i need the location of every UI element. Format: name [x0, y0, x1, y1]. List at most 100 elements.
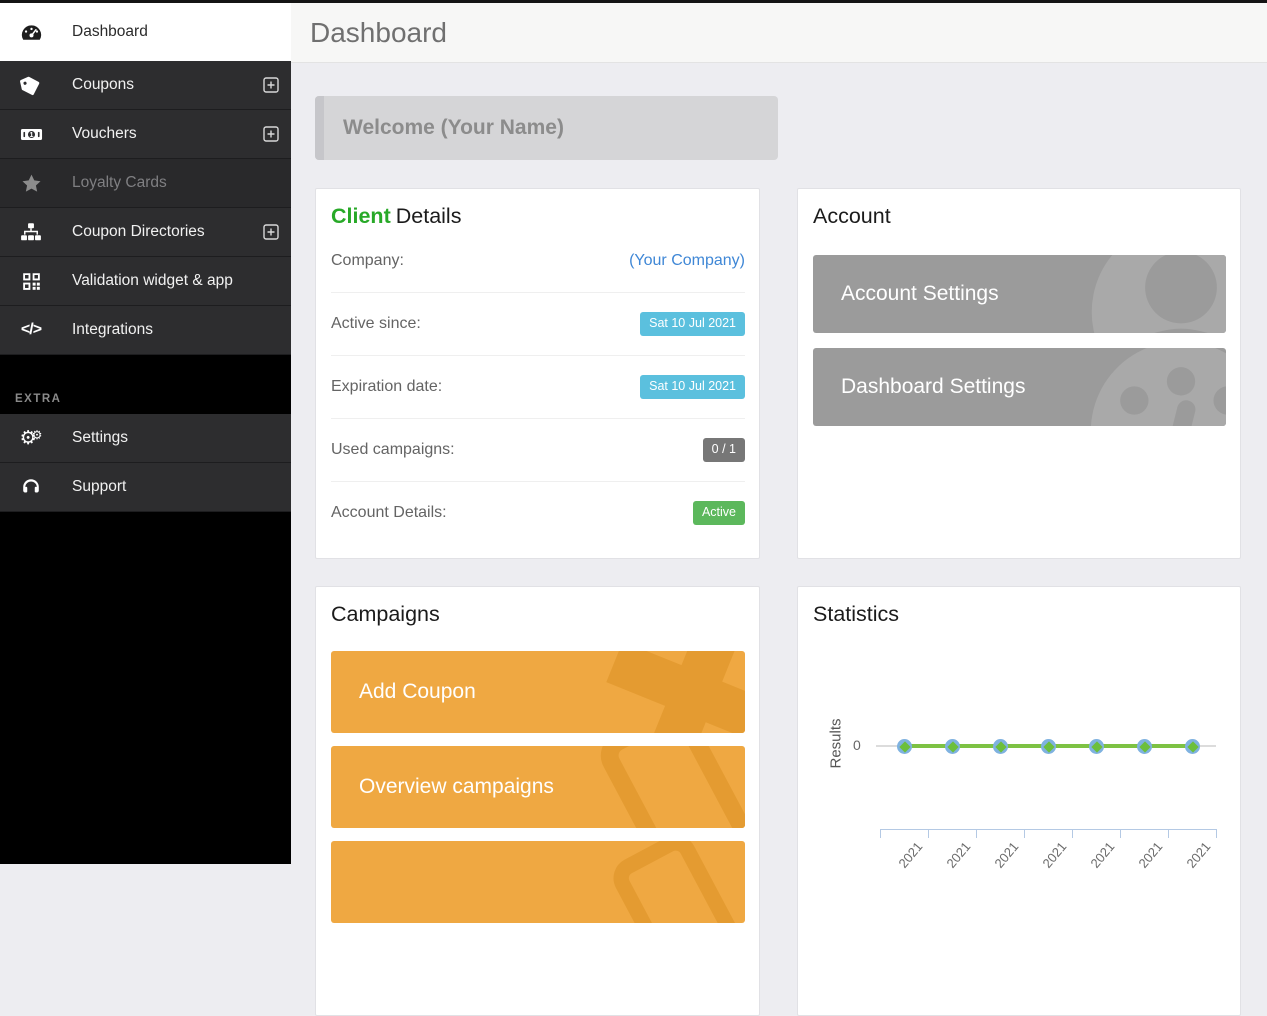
account-settings-button[interactable]: Account Settings — [813, 255, 1226, 333]
date-badge: Sat 10 Jul 2021 — [640, 312, 745, 336]
coupon-tag-icon — [19, 74, 43, 96]
client-details-card: ClientDetails Company: (Your Company) Ac… — [315, 188, 760, 559]
data-point-marker — [993, 739, 1008, 754]
gauge-icon — [19, 21, 43, 44]
x-axis-tick — [1072, 829, 1073, 838]
x-axis-label: 2021 — [1028, 839, 1069, 884]
account-card: Account Account Settings Dashboard Setti… — [797, 188, 1241, 559]
sidebar-item-label: Integrations — [72, 321, 153, 339]
gears-icon: ⚙⚙ — [19, 429, 43, 448]
plus-square-icon[interactable] — [263, 126, 279, 142]
x-axis-label: 2021 — [884, 839, 925, 884]
plus-square-icon[interactable] — [263, 224, 279, 240]
sidebar-item-label: Coupon Directories — [72, 223, 205, 241]
sidebar-item-coupon-directories[interactable]: Coupon Directories — [0, 208, 291, 257]
count-badge: 0 / 1 — [703, 438, 745, 462]
sidebar-item-label: Validation widget & app — [72, 272, 233, 290]
star-icon — [19, 172, 43, 195]
data-point-marker — [897, 739, 912, 754]
gauge-watermark-icon — [1081, 348, 1226, 426]
detail-label: Account Details: — [331, 504, 447, 522]
detail-label: Company: — [331, 252, 404, 270]
user-circle-watermark-icon — [1076, 255, 1226, 333]
content-area: Welcome (Your Name) ClientDetails Compan… — [291, 63, 1267, 863]
ticket-watermark-icon — [551, 746, 745, 828]
y-axis-label: Results — [828, 714, 845, 774]
welcome-text: Welcome (Your Name) — [343, 116, 564, 140]
sidebar-item-label: Support — [72, 478, 126, 496]
headset-icon — [19, 476, 43, 498]
detail-label: Active since: — [331, 315, 421, 333]
x-axis-tick — [976, 829, 977, 838]
plus-square-icon[interactable] — [263, 77, 279, 93]
data-point-marker — [1089, 739, 1104, 754]
page-header: Dashboard — [291, 3, 1267, 63]
sidebar-item-settings[interactable]: ⚙⚙ Settings — [0, 414, 291, 463]
welcome-banner: Welcome (Your Name) — [315, 96, 778, 160]
detail-label: Expiration date: — [331, 378, 442, 396]
company-link[interactable]: (Your Company) — [629, 252, 745, 270]
detail-row-expiration-date: Expiration date: Sat 10 Jul 2021 — [331, 355, 745, 418]
x-axis-label: 2021 — [1172, 839, 1213, 884]
qrcode-icon — [19, 271, 43, 292]
sidebar-item-validation-widget[interactable]: Validation widget & app — [0, 257, 291, 306]
x-axis-tick — [928, 829, 929, 838]
card-title: Campaigns — [331, 601, 745, 627]
card-title-highlight: Client — [331, 204, 391, 228]
sidebar-item-loyalty-cards[interactable]: Loyalty Cards — [0, 159, 291, 208]
date-badge: Sat 10 Jul 2021 — [640, 375, 745, 399]
detail-row-active-since: Active since: Sat 10 Jul 2021 — [331, 292, 745, 355]
sidebar-item-vouchers[interactable]: 1 Vouchers — [0, 110, 291, 159]
sidebar: Dashboard Coupons 1 Vouchers Loyalty Car… — [0, 0, 291, 864]
code-icon: </> — [19, 321, 43, 339]
page-title: Dashboard — [310, 17, 447, 49]
x-axis-label: 2021 — [1124, 839, 1165, 884]
data-point-marker — [1185, 739, 1200, 754]
sidebar-item-label: Loyalty Cards — [72, 174, 167, 192]
card-title: ClientDetails — [331, 203, 745, 229]
x-axis-tick — [880, 829, 881, 838]
x-axis-label: 2021 — [932, 839, 973, 884]
plus-watermark-icon — [564, 651, 745, 733]
ticket-watermark-icon — [570, 841, 745, 923]
campaign-extra-button[interactable] — [331, 841, 745, 923]
campaigns-card: Campaigns Add Coupon Overview campaigns — [315, 586, 760, 1016]
x-axis-label: 2021 — [980, 839, 1021, 884]
sidebar-item-label: Settings — [72, 429, 128, 447]
sidebar-item-dashboard[interactable]: Dashboard — [0, 3, 291, 61]
detail-label: Used campaigns: — [331, 441, 455, 459]
main-area: Dashboard Welcome (Your Name) ClientDeta… — [291, 3, 1267, 864]
data-point-marker — [1137, 739, 1152, 754]
x-axis-tick — [1168, 829, 1169, 838]
cards-grid: ClientDetails Company: (Your Company) Ac… — [315, 188, 1241, 1016]
x-axis-label: 2021 — [1076, 839, 1117, 884]
detail-row-used-campaigns: Used campaigns: 0 / 1 — [331, 418, 745, 481]
sidebar-item-support[interactable]: Support — [0, 463, 291, 512]
money-bill-icon: 1 — [19, 123, 43, 146]
data-point-marker — [945, 739, 960, 754]
sidebar-item-label: Vouchers — [72, 125, 137, 143]
top-border-bar — [0, 0, 1267, 3]
sidebar-item-label: Coupons — [72, 76, 134, 94]
svg-text:1: 1 — [29, 131, 33, 139]
statistics-chart: Results 0 2021202120212021202120212021 — [813, 635, 1226, 885]
detail-row-company: Company: (Your Company) — [331, 229, 745, 292]
dashboard-settings-button[interactable]: Dashboard Settings — [813, 348, 1226, 426]
x-axis-tick — [1216, 829, 1217, 838]
sidebar-item-coupons[interactable]: Coupons — [0, 61, 291, 110]
add-coupon-button[interactable]: Add Coupon — [331, 651, 745, 733]
data-point-marker — [1041, 739, 1056, 754]
statistics-card: Statistics Results 0 2021202120212021202… — [797, 586, 1241, 1016]
sidebar-item-integrations[interactable]: </> Integrations — [0, 306, 291, 355]
overview-campaigns-button[interactable]: Overview campaigns — [331, 746, 745, 828]
x-axis-tick — [1120, 829, 1121, 838]
x-axis-tick — [1024, 829, 1025, 838]
detail-row-account-details: Account Details: Active — [331, 481, 745, 544]
status-badge: Active — [693, 501, 745, 525]
x-axis-line — [880, 829, 1217, 830]
sidebar-section-extra: EXTRA — [0, 355, 291, 414]
card-title: Account — [813, 203, 1226, 229]
sitemap-icon — [19, 221, 43, 243]
card-title: Statistics — [813, 601, 1226, 627]
sidebar-item-label: Dashboard — [72, 23, 148, 41]
